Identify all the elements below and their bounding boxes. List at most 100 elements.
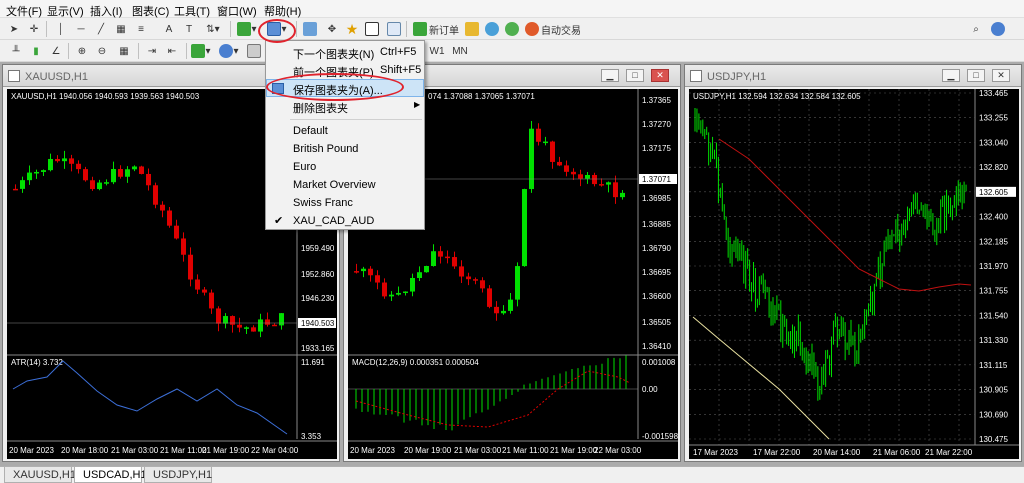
chart-header: USDJPY,H1 132.594 132.634 132.584 132.60… xyxy=(693,92,861,101)
window-usdjpy[interactable]: USDJPY,H1 ▁ □ ✕ 133.465 133.255 133.040 132… xyxy=(684,64,1022,462)
candle-body xyxy=(550,141,555,162)
market-icon[interactable] xyxy=(484,20,500,38)
tab-usdcad[interactable]: USDCAD,H1 xyxy=(74,467,147,483)
candle-body xyxy=(153,185,158,205)
menu-item-profile-market-overview[interactable]: Market Overview xyxy=(266,176,424,194)
candle-body xyxy=(606,182,611,185)
time-label: 21 Mar 11:00 xyxy=(502,446,549,455)
vertical-line-icon[interactable]: │ xyxy=(54,20,68,38)
tab-xauusd[interactable]: XAUUSD,H1 xyxy=(4,467,76,483)
indicator-scale-label: 0.001008 xyxy=(642,358,676,367)
close-button[interactable]: ✕ xyxy=(992,69,1010,82)
new-order-button[interactable]: 新订单 xyxy=(412,20,460,38)
price-label: 1.36505 xyxy=(642,318,671,327)
help-icon[interactable] xyxy=(990,20,1006,38)
chart-shift-icon[interactable]: ⇤ xyxy=(164,42,180,60)
menu-insert[interactable]: 插入(I) xyxy=(90,3,122,19)
search-icon[interactable]: ⌕ xyxy=(968,20,984,38)
cursor-icon[interactable]: ➤ xyxy=(6,20,22,38)
indicators-icon[interactable]: ▾ xyxy=(190,42,212,60)
candle-body xyxy=(578,174,583,179)
zoom-in-icon[interactable]: ⊕ xyxy=(74,42,90,60)
auto-trading-button[interactable]: 自动交易 xyxy=(524,20,582,38)
menu-item-profile-euro[interactable]: Euro xyxy=(266,158,424,176)
menu-item-profile-swiss-franc[interactable]: Swiss Franc xyxy=(266,194,424,212)
chart-window-icon xyxy=(690,70,702,82)
trendline-icon[interactable]: ╱ xyxy=(94,20,108,38)
candle-body xyxy=(90,180,95,190)
menu-item-label: 删除图表夹 xyxy=(293,103,348,115)
menu-help[interactable]: 帮助(H) xyxy=(264,3,301,19)
auto-trading-label: 自动交易 xyxy=(541,25,581,37)
candle-body xyxy=(536,128,541,142)
chart-usdjpy[interactable]: 133.465 133.255 133.040 132.820 132.605 132.4… xyxy=(689,89,1019,459)
line-chart-icon[interactable]: ∠ xyxy=(48,42,64,60)
tab-usdjpy[interactable]: USDJPY,H1 xyxy=(144,467,212,483)
menu-item-shortcut: Shift+F5 xyxy=(380,64,422,76)
mt4-app: 文件(F) 显示(V) 插入(I) 图表(C) 工具(T) 窗口(W) 帮助(H… xyxy=(0,0,1024,483)
fibonacci-icon[interactable]: ≡ xyxy=(134,20,148,38)
menu-item-next-profile[interactable]: 下一个图表夹(N) Ctrl+F5 xyxy=(266,43,424,61)
candle-body xyxy=(111,168,116,183)
candle-body xyxy=(466,276,471,280)
menu-item-profile-xau-cad-aud[interactable]: ✔ XAU_CAD_AUD xyxy=(266,212,424,230)
arrows-dropdown-icon[interactable]: ⇅▾ xyxy=(202,20,224,38)
tester-icon[interactable] xyxy=(386,20,402,38)
candle-body xyxy=(146,173,151,186)
templates-icon[interactable] xyxy=(246,42,262,60)
candle-body xyxy=(417,272,422,278)
price-label: 1.36695 xyxy=(642,268,671,277)
zoom-out-icon[interactable]: ⊖ xyxy=(94,42,110,60)
candlestick-icon[interactable]: ▮ xyxy=(28,42,44,60)
metaeditor-icon[interactable] xyxy=(464,20,480,38)
channel-icon[interactable]: ▦ xyxy=(114,20,128,38)
menu-item-label: Euro xyxy=(293,161,317,173)
navigator-icon[interactable]: ✥ xyxy=(324,20,340,38)
indicator-scale-label: 11.691 xyxy=(301,358,325,367)
menu-item-profile-british-pound[interactable]: British Pound xyxy=(266,140,424,158)
candle-body xyxy=(174,225,179,239)
menu-window[interactable]: 窗口(W) xyxy=(217,3,257,19)
horizontal-line-icon[interactable]: ─ xyxy=(74,20,88,38)
price-label: 132.185 xyxy=(979,237,1008,246)
menu-view[interactable]: 显示(V) xyxy=(47,3,84,19)
market-watch-icon[interactable] xyxy=(302,20,318,38)
menu-item-profile-default[interactable]: Default xyxy=(266,122,424,140)
text-label-icon[interactable]: T xyxy=(182,20,196,38)
time-label: 21 Mar 03:00 xyxy=(454,446,502,455)
menu-file[interactable]: 文件(F) xyxy=(6,3,42,19)
period-mn[interactable]: MN xyxy=(452,42,468,60)
price-label: 133.040 xyxy=(979,138,1008,147)
crosshair-icon[interactable]: ✛ xyxy=(26,20,42,38)
text-icon[interactable]: A xyxy=(162,20,176,38)
price-label: 132.400 xyxy=(979,213,1008,222)
minimize-button[interactable]: ▁ xyxy=(942,69,960,82)
close-button[interactable]: ✕ xyxy=(651,69,669,82)
minimize-button[interactable]: ▁ xyxy=(601,69,619,82)
period-w1[interactable]: W1 xyxy=(430,42,445,60)
maximize-button[interactable]: □ xyxy=(626,69,644,82)
maximize-button[interactable]: □ xyxy=(967,69,985,82)
price-label: 130.905 xyxy=(979,386,1008,395)
current-price-label: 1.37071 xyxy=(642,175,671,184)
current-price-label: 132.605 xyxy=(979,188,1008,197)
signals-icon[interactable] xyxy=(504,20,520,38)
price-label: 1.37365 xyxy=(642,96,671,105)
chart-header: XAUUSD,H1 1940.056 1940.593 1939.563 194… xyxy=(11,92,200,101)
menu-item-label: Default xyxy=(293,125,328,137)
menu-charts[interactable]: 图表(C) xyxy=(132,3,169,19)
new-chart-icon[interactable]: ▾ xyxy=(236,20,258,38)
tile-windows-icon[interactable]: ▦ xyxy=(116,42,132,60)
candle-body xyxy=(571,171,576,175)
candle-body xyxy=(76,163,81,170)
favorites-icon[interactable]: ★ xyxy=(344,20,360,38)
bar-chart-icon[interactable]: ╨ xyxy=(8,42,24,60)
candle-body xyxy=(368,268,373,276)
current-price-label: 1940.503 xyxy=(301,319,335,328)
time-label: 21 Mar 22:00 xyxy=(925,448,973,457)
menu-tools[interactable]: 工具(T) xyxy=(174,3,210,19)
terminal-icon[interactable] xyxy=(364,20,380,38)
window-titlebar[interactable]: USDJPY,H1 ▁ □ ✕ xyxy=(685,65,1021,87)
periods-icon[interactable]: ▾ xyxy=(218,42,240,60)
autoscroll-icon[interactable]: ⇥ xyxy=(144,42,160,60)
